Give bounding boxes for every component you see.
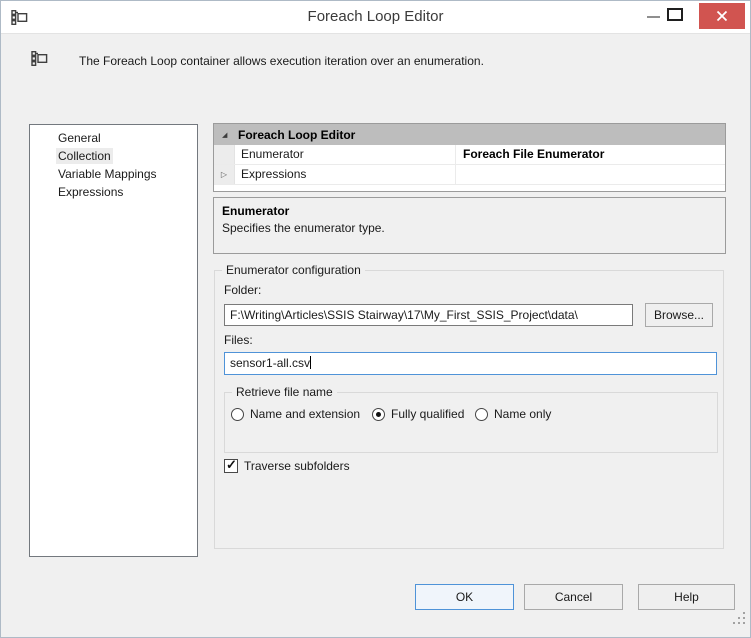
minimize-button[interactable] [647,16,660,18]
dialog-description: The Foreach Loop container allows execut… [79,54,484,68]
property-grid-category[interactable]: ◢ Foreach Loop Editor [214,124,725,145]
files-label: Files: [224,333,253,347]
foreach-loop-editor-dialog: Foreach Loop Editor The Foreach Loop con… [0,0,751,638]
property-help-text: Specifies the enumerator type. [222,221,717,235]
category-expanded-icon[interactable]: ◢ [222,131,232,139]
folder-input[interactable]: F:\Writing\Articles\SSIS Stairway\17\My_… [224,304,633,326]
row-expand-icon[interactable]: ▷ [221,170,227,179]
radio-fully-qualified[interactable]: Fully qualified [372,407,464,421]
property-grid: ◢ Foreach Loop Editor Enumerator Foreach… [213,123,726,192]
text-caret [310,356,311,369]
radio-selected-icon[interactable] [372,408,385,421]
cancel-button[interactable]: Cancel [524,584,623,610]
sidebar-item-expressions[interactable]: Expressions [30,183,197,201]
checkbox-checked-icon[interactable]: ✓ [224,459,238,473]
group-label: Enumerator configuration [222,263,365,277]
sidebar-item-collection[interactable]: Collection [30,147,197,165]
group-label: Retrieve file name [232,385,337,399]
radio-name-and-extension[interactable]: Name and extension [231,407,360,421]
property-name[interactable]: Enumerator [235,145,455,164]
traverse-subfolders-checkbox[interactable]: ✓ Traverse subfolders [224,459,350,473]
page-list: General Collection Variable Mappings Exp… [29,124,198,557]
folder-label: Folder: [224,283,261,297]
radio-name-only[interactable]: Name only [475,407,551,421]
property-value[interactable]: Foreach File Enumerator [455,145,725,164]
retrieve-file-name-group: Retrieve file name Name and extension Fu… [224,392,718,453]
property-help-panel: Enumerator Specifies the enumerator type… [213,197,726,254]
files-input[interactable]: sensor1-all.csv [224,352,717,375]
radio-icon[interactable] [475,408,488,421]
sidebar-item-variable-mappings[interactable]: Variable Mappings [30,165,197,183]
close-icon [716,10,728,22]
checkbox-label: Traverse subfolders [244,459,350,473]
maximize-button[interactable] [667,8,683,21]
property-value[interactable] [455,165,725,184]
help-button[interactable]: Help [638,584,735,610]
sidebar-item-general[interactable]: General [30,129,197,147]
property-help-title: Enumerator [222,204,717,218]
radio-icon[interactable] [231,408,244,421]
check-icon: ✓ [226,457,237,473]
property-row-enumerator[interactable]: Enumerator Foreach File Enumerator [214,145,725,165]
category-label: Foreach Loop Editor [238,128,355,142]
close-button[interactable] [699,3,745,29]
property-row-expressions[interactable]: ▷ Expressions [214,165,725,185]
browse-button[interactable]: Browse... [645,303,713,327]
enumerator-configuration-group: Enumerator configuration Folder: F:\Writ… [214,270,724,549]
window-title: Foreach Loop Editor [1,1,750,34]
ok-button[interactable]: OK [415,584,514,610]
resize-grip[interactable] [733,612,746,625]
foreach-loop-icon [31,50,48,67]
title-bar: Foreach Loop Editor [1,1,750,34]
property-name[interactable]: Expressions [235,165,455,184]
